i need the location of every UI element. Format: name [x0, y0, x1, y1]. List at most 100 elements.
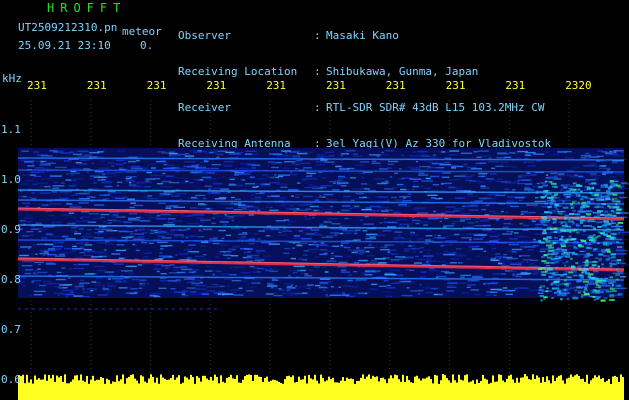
noise-speck [52, 241, 65, 243]
noise-speck [347, 249, 359, 251]
noise-speck [45, 204, 51, 206]
noise-speck [296, 182, 301, 184]
burst-speck [577, 268, 582, 271]
noise-speck [318, 287, 328, 289]
noise-speck [33, 175, 42, 178]
noise-speck [373, 178, 386, 180]
noise-speck [126, 227, 136, 229]
noise-speck [431, 162, 444, 165]
noise-speck [157, 151, 166, 153]
noise-speck [398, 203, 407, 206]
noise-speck [355, 164, 364, 167]
noise-speck [400, 243, 404, 246]
burst-speck [596, 211, 600, 214]
noise-speck [470, 289, 479, 291]
burst-speck [598, 286, 602, 289]
burst-speck [568, 188, 574, 191]
noise-speck [387, 167, 392, 169]
noise-speck [324, 271, 329, 273]
burst-speck [610, 256, 617, 259]
noise-speck [172, 155, 177, 158]
noise-speck [210, 167, 219, 170]
noise-floor-bar [566, 378, 568, 400]
noise-speck [93, 265, 105, 268]
noise-speck [271, 163, 282, 165]
noise-speck [399, 280, 412, 283]
noise-floor-bar [370, 378, 372, 400]
burst-speck [611, 259, 617, 262]
noise-speck [419, 284, 423, 286]
noise-speck [76, 242, 84, 245]
burst-speck [593, 298, 597, 301]
noise-speck [447, 282, 459, 284]
burst-speck [593, 227, 597, 230]
burst-speck [559, 243, 566, 246]
noise-speck [563, 193, 572, 196]
noise-floor-bar [166, 379, 168, 400]
noise-speck [569, 176, 579, 178]
noise-floor-bar [110, 383, 112, 400]
noise-speck [437, 237, 446, 239]
meteor-label: meteor [122, 25, 162, 38]
noise-speck [558, 256, 563, 259]
noise-floor-bar [478, 382, 480, 400]
noise-speck [496, 153, 509, 155]
noise-floor-bar [256, 374, 258, 400]
burst-speck [593, 215, 600, 218]
noise-speck [490, 173, 497, 175]
burst-speck [543, 221, 550, 224]
noise-speck [86, 171, 89, 173]
noise-speck [194, 255, 205, 258]
burst-speck [564, 292, 567, 295]
noise-speck [520, 271, 528, 274]
noise-speck [430, 287, 438, 290]
noise-speck [309, 151, 313, 153]
noise-floor-bar [64, 374, 66, 400]
burst-speck [605, 290, 612, 293]
burst-speck [577, 201, 580, 204]
noise-floor-bar [386, 383, 388, 400]
burst-speck [546, 192, 552, 195]
burst-speck [564, 289, 568, 292]
noise-floor-bar [440, 380, 442, 400]
burst-speck [601, 225, 607, 228]
noise-speck [334, 229, 337, 231]
noise-speck [409, 269, 415, 272]
noise-floor-bar [124, 383, 126, 400]
noise-speck [146, 229, 154, 231]
noise-speck [480, 185, 486, 187]
noise-speck [369, 210, 380, 212]
noise-speck [98, 230, 104, 233]
noise-speck [171, 166, 179, 169]
noise-floor-bar [434, 374, 436, 400]
burst-speck [564, 264, 567, 267]
noise-speck [250, 260, 253, 262]
noise-speck [238, 167, 249, 170]
noise-speck [258, 230, 265, 232]
noise-speck [250, 257, 258, 260]
burst-speck [553, 231, 558, 234]
noise-speck [365, 207, 372, 209]
noise-speck [234, 168, 238, 170]
noise-floor-bar [324, 381, 326, 400]
noise-speck [359, 219, 363, 221]
noise-speck [211, 222, 216, 225]
noise-speck [35, 222, 42, 224]
noise-floor-bar [488, 383, 490, 400]
noise-speck [29, 269, 38, 272]
burst-speck [571, 253, 578, 256]
noise-speck [591, 163, 597, 165]
noise-floor-bar [170, 378, 172, 400]
noise-speck [426, 199, 438, 201]
noise-speck [412, 185, 419, 188]
noise-speck [400, 188, 407, 191]
noise-floor-bar [80, 374, 82, 400]
noise-floor-bar [608, 379, 610, 400]
noise-speck [510, 231, 514, 233]
noise-speck [223, 161, 234, 163]
noise-speck [297, 204, 308, 206]
burst-speck [579, 274, 584, 277]
noise-speck [444, 217, 449, 220]
noise-speck [145, 181, 153, 184]
noise-speck [137, 264, 143, 266]
